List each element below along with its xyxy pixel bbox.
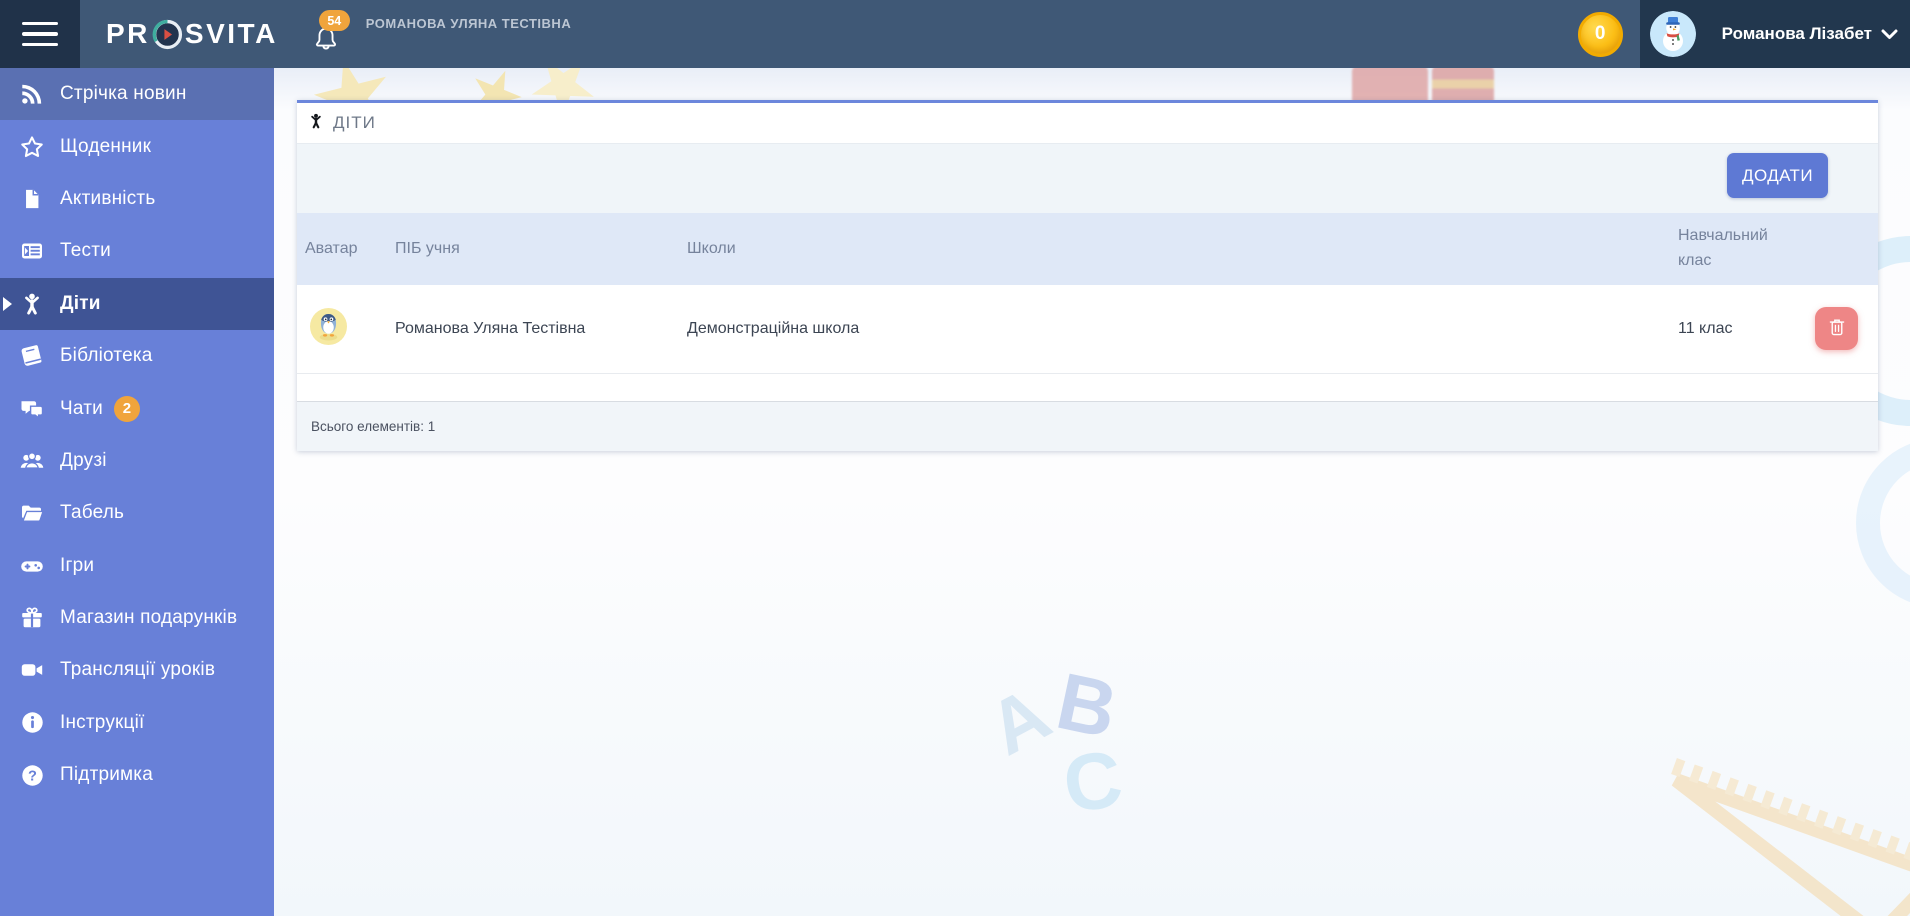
rss-icon <box>18 81 46 107</box>
letter-b-watermark: B <box>1049 655 1125 756</box>
sidebar-item-label: Щоденник <box>60 135 152 157</box>
user-avatar <box>1649 11 1696 57</box>
sidebar-item-tests[interactable]: Тести <box>0 225 274 277</box>
hamburger-icon <box>22 21 58 26</box>
star-icon <box>18 134 46 160</box>
info-icon <box>18 710 46 736</box>
chat-unread-badge: 2 <box>113 395 140 422</box>
sidebar-item-label: Інструкції <box>60 711 145 733</box>
gamepad-icon <box>18 553 46 579</box>
sidebar-item-news-feed[interactable]: Стрічка новин <box>0 68 274 121</box>
table-empty-strip <box>297 374 1878 402</box>
sidebar-item-label: Табель <box>60 502 125 524</box>
table-header-row: Аватар ПІБ учня Школи Навчальний клас <box>297 213 1878 285</box>
child-header-icon <box>308 112 324 135</box>
column-header-grade: Навчальний клас <box>1670 213 1790 285</box>
circle-watermark <box>1856 438 1910 608</box>
sidebar-item-instructions[interactable]: Інструкції <box>0 697 274 749</box>
sidebar-item-label: Друзі <box>60 449 107 471</box>
delete-child-button[interactable] <box>1815 307 1858 351</box>
main-content: ★ ★ ★ A B C ДІТИ ДОДАТИ Аватар ПІБ учня <box>274 68 1910 916</box>
sidebar-item-children[interactable]: Діти <box>0 277 274 330</box>
add-child-button[interactable]: ДОДАТИ <box>1727 153 1828 198</box>
play-logo-icon <box>152 19 183 50</box>
sidebar-item-chats[interactable]: Чати 2 <box>0 382 274 434</box>
panel-toolbar: ДОДАТИ <box>297 143 1878 213</box>
sidebar-item-label: Трансляції уроків <box>60 659 216 681</box>
sidebar-item-library[interactable]: Бібліотека <box>0 330 274 382</box>
table-row: Романова Уляна Тестівна Демонстраційна ш… <box>297 285 1878 374</box>
chat-bubbles-icon <box>18 396 46 422</box>
child-grade-cell: 11 клас <box>1670 285 1790 374</box>
active-caret-icon <box>3 296 12 311</box>
penguin-avatar <box>310 307 347 349</box>
sidebar-item-diary[interactable]: Щоденник <box>0 120 274 172</box>
sidebar-item-friends[interactable]: Друзі <box>0 435 274 487</box>
file-icon <box>18 186 46 212</box>
column-header-avatar: Аватар <box>297 213 387 285</box>
sidebar-item-label: Чати <box>60 397 103 419</box>
sidebar-item-label: Тести <box>60 240 111 262</box>
sidebar-item-label: Бібліотека <box>60 345 153 367</box>
children-table: Аватар ПІБ учня Школи Навчальний клас Ро… <box>297 213 1878 374</box>
books-watermark <box>1352 68 1428 102</box>
users-icon <box>18 448 46 474</box>
column-header-actions <box>1790 213 1878 285</box>
sidebar-item-label: Активність <box>60 187 156 209</box>
sidebar-item-label: Підтримка <box>60 764 154 786</box>
sidebar-item-games[interactable]: Ігри <box>0 540 274 592</box>
children-panel: ДІТИ ДОДАТИ Аватар ПІБ учня Школи Навчал… <box>297 100 1878 451</box>
active-student-name: РОМАНОВА УЛЯНА ТЕСТІВНА <box>365 16 572 31</box>
topbar: PR SVITA 54 РОМАНОВА УЛЯНА ТЕСТІВНА 0 Ро… <box>0 0 1910 68</box>
letter-c-watermark: C <box>1058 733 1128 830</box>
logo-text-pre: PR <box>106 18 150 49</box>
child-school-cell: Демонстраційна школа <box>679 285 1670 374</box>
sidebar-item-lesson-broadcasts[interactable]: Трансляції уроків <box>0 644 274 696</box>
table-footer-total: Всього елементів: 1 <box>297 401 1878 451</box>
user-menu[interactable]: Романова Лізабет <box>1639 0 1910 68</box>
book-icon <box>18 343 46 369</box>
sidebar-item-support[interactable]: ? Підтримка <box>0 749 274 801</box>
hamburger-menu-button[interactable] <box>0 0 80 68</box>
sidebar-item-gift-shop[interactable]: Магазин подарунків <box>0 592 274 644</box>
bell-icon <box>312 27 340 58</box>
column-header-school: Школи <box>679 213 1670 285</box>
chevron-down-icon <box>1881 27 1898 45</box>
snowman-avatar <box>1649 11 1696 57</box>
video-camera-icon <box>18 657 46 683</box>
sidebar: Стрічка новин Щоденник Активність Тести … <box>0 68 274 916</box>
question-icon: ? <box>18 762 46 788</box>
logo-text-post: SVITA <box>184 18 278 49</box>
ruler-watermark <box>1671 758 1910 916</box>
sidebar-item-label: Діти <box>60 292 101 314</box>
list-indent-icon <box>18 238 46 264</box>
sidebar-item-report-card[interactable]: Табель <box>0 487 274 539</box>
notifications-button[interactable]: 54 <box>312 10 350 58</box>
coins-balance-badge: 0 <box>1577 11 1623 57</box>
app-logo[interactable]: PR SVITA <box>106 18 278 50</box>
trash-icon <box>1826 316 1848 341</box>
child-avatar-cell <box>297 285 387 374</box>
user-name: Романова Лізабет <box>1721 24 1872 43</box>
child-icon <box>18 291 46 317</box>
sidebar-item-label: Магазин подарунків <box>60 607 238 629</box>
svg-text:?: ? <box>28 768 37 784</box>
gift-icon <box>18 605 46 631</box>
letter-a-watermark: A <box>975 671 1064 772</box>
sidebar-item-label: Стрічка новин <box>60 83 187 105</box>
column-header-name: ПІБ учня <box>387 213 679 285</box>
child-name-cell: Романова Уляна Тестівна <box>387 285 679 374</box>
folder-open-icon <box>18 500 46 526</box>
child-actions-cell <box>1790 285 1878 374</box>
sidebar-item-activity[interactable]: Активність <box>0 173 274 225</box>
books-watermark <box>1432 68 1494 102</box>
sidebar-item-label: Ігри <box>60 554 95 576</box>
panel-title: ДІТИ <box>333 113 376 132</box>
panel-header: ДІТИ <box>297 103 1878 143</box>
notification-count-badge: 54 <box>318 10 350 31</box>
coins-count: 0 <box>1594 23 1606 44</box>
